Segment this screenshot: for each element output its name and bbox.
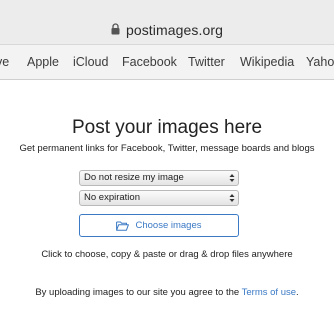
bookmark-item-icloud[interactable]: iCloud — [73, 55, 108, 69]
terms-suffix: . — [296, 287, 299, 298]
bookmark-item-yahoo[interactable]: Yaho — [306, 55, 334, 69]
browser-window: postimages.org ve Apple iCloud Facebook … — [0, 0, 334, 324]
choose-images-button[interactable]: Choose images — [79, 214, 239, 237]
choose-images-label: Choose images — [135, 220, 202, 231]
bookmark-item-apple[interactable]: Apple — [27, 55, 59, 69]
page-subtitle: Get permanent links for Facebook, Twitte… — [19, 143, 315, 154]
upload-hint: Click to choose, copy & paste or drag & … — [41, 249, 293, 260]
terms-prefix: By uploading images to our site you agre… — [35, 287, 242, 298]
bookmark-item-twitter[interactable]: Twitter — [188, 55, 225, 69]
terms-notice: By uploading images to our site you agre… — [0, 286, 334, 300]
expiration-select-value: No expiration — [84, 192, 140, 203]
expiration-select[interactable]: No expiration — [79, 190, 239, 206]
address-bar: postimages.org — [0, 0, 334, 44]
resize-select-value: Do not resize my image — [84, 172, 184, 183]
bookmark-item[interactable]: ve — [0, 55, 9, 69]
resize-select[interactable]: Do not resize my image — [79, 170, 239, 186]
terms-of-use-link[interactable]: Terms of use — [242, 287, 296, 298]
url-text: postimages.org — [125, 22, 224, 38]
page-title: Post your images here — [71, 117, 263, 138]
lock-icon — [111, 23, 120, 35]
bookmarks-bar: ve Apple iCloud Facebook Twitter Wikiped… — [0, 44, 334, 80]
updown-arrows-icon — [229, 174, 235, 182]
url-field[interactable]: postimages.org — [0, 18, 334, 42]
updown-arrows-icon — [229, 194, 235, 202]
bookmark-item-facebook[interactable]: Facebook — [122, 55, 177, 69]
bookmark-item-wikipedia[interactable]: Wikipedia — [240, 55, 294, 69]
folder-open-icon — [116, 221, 130, 231]
